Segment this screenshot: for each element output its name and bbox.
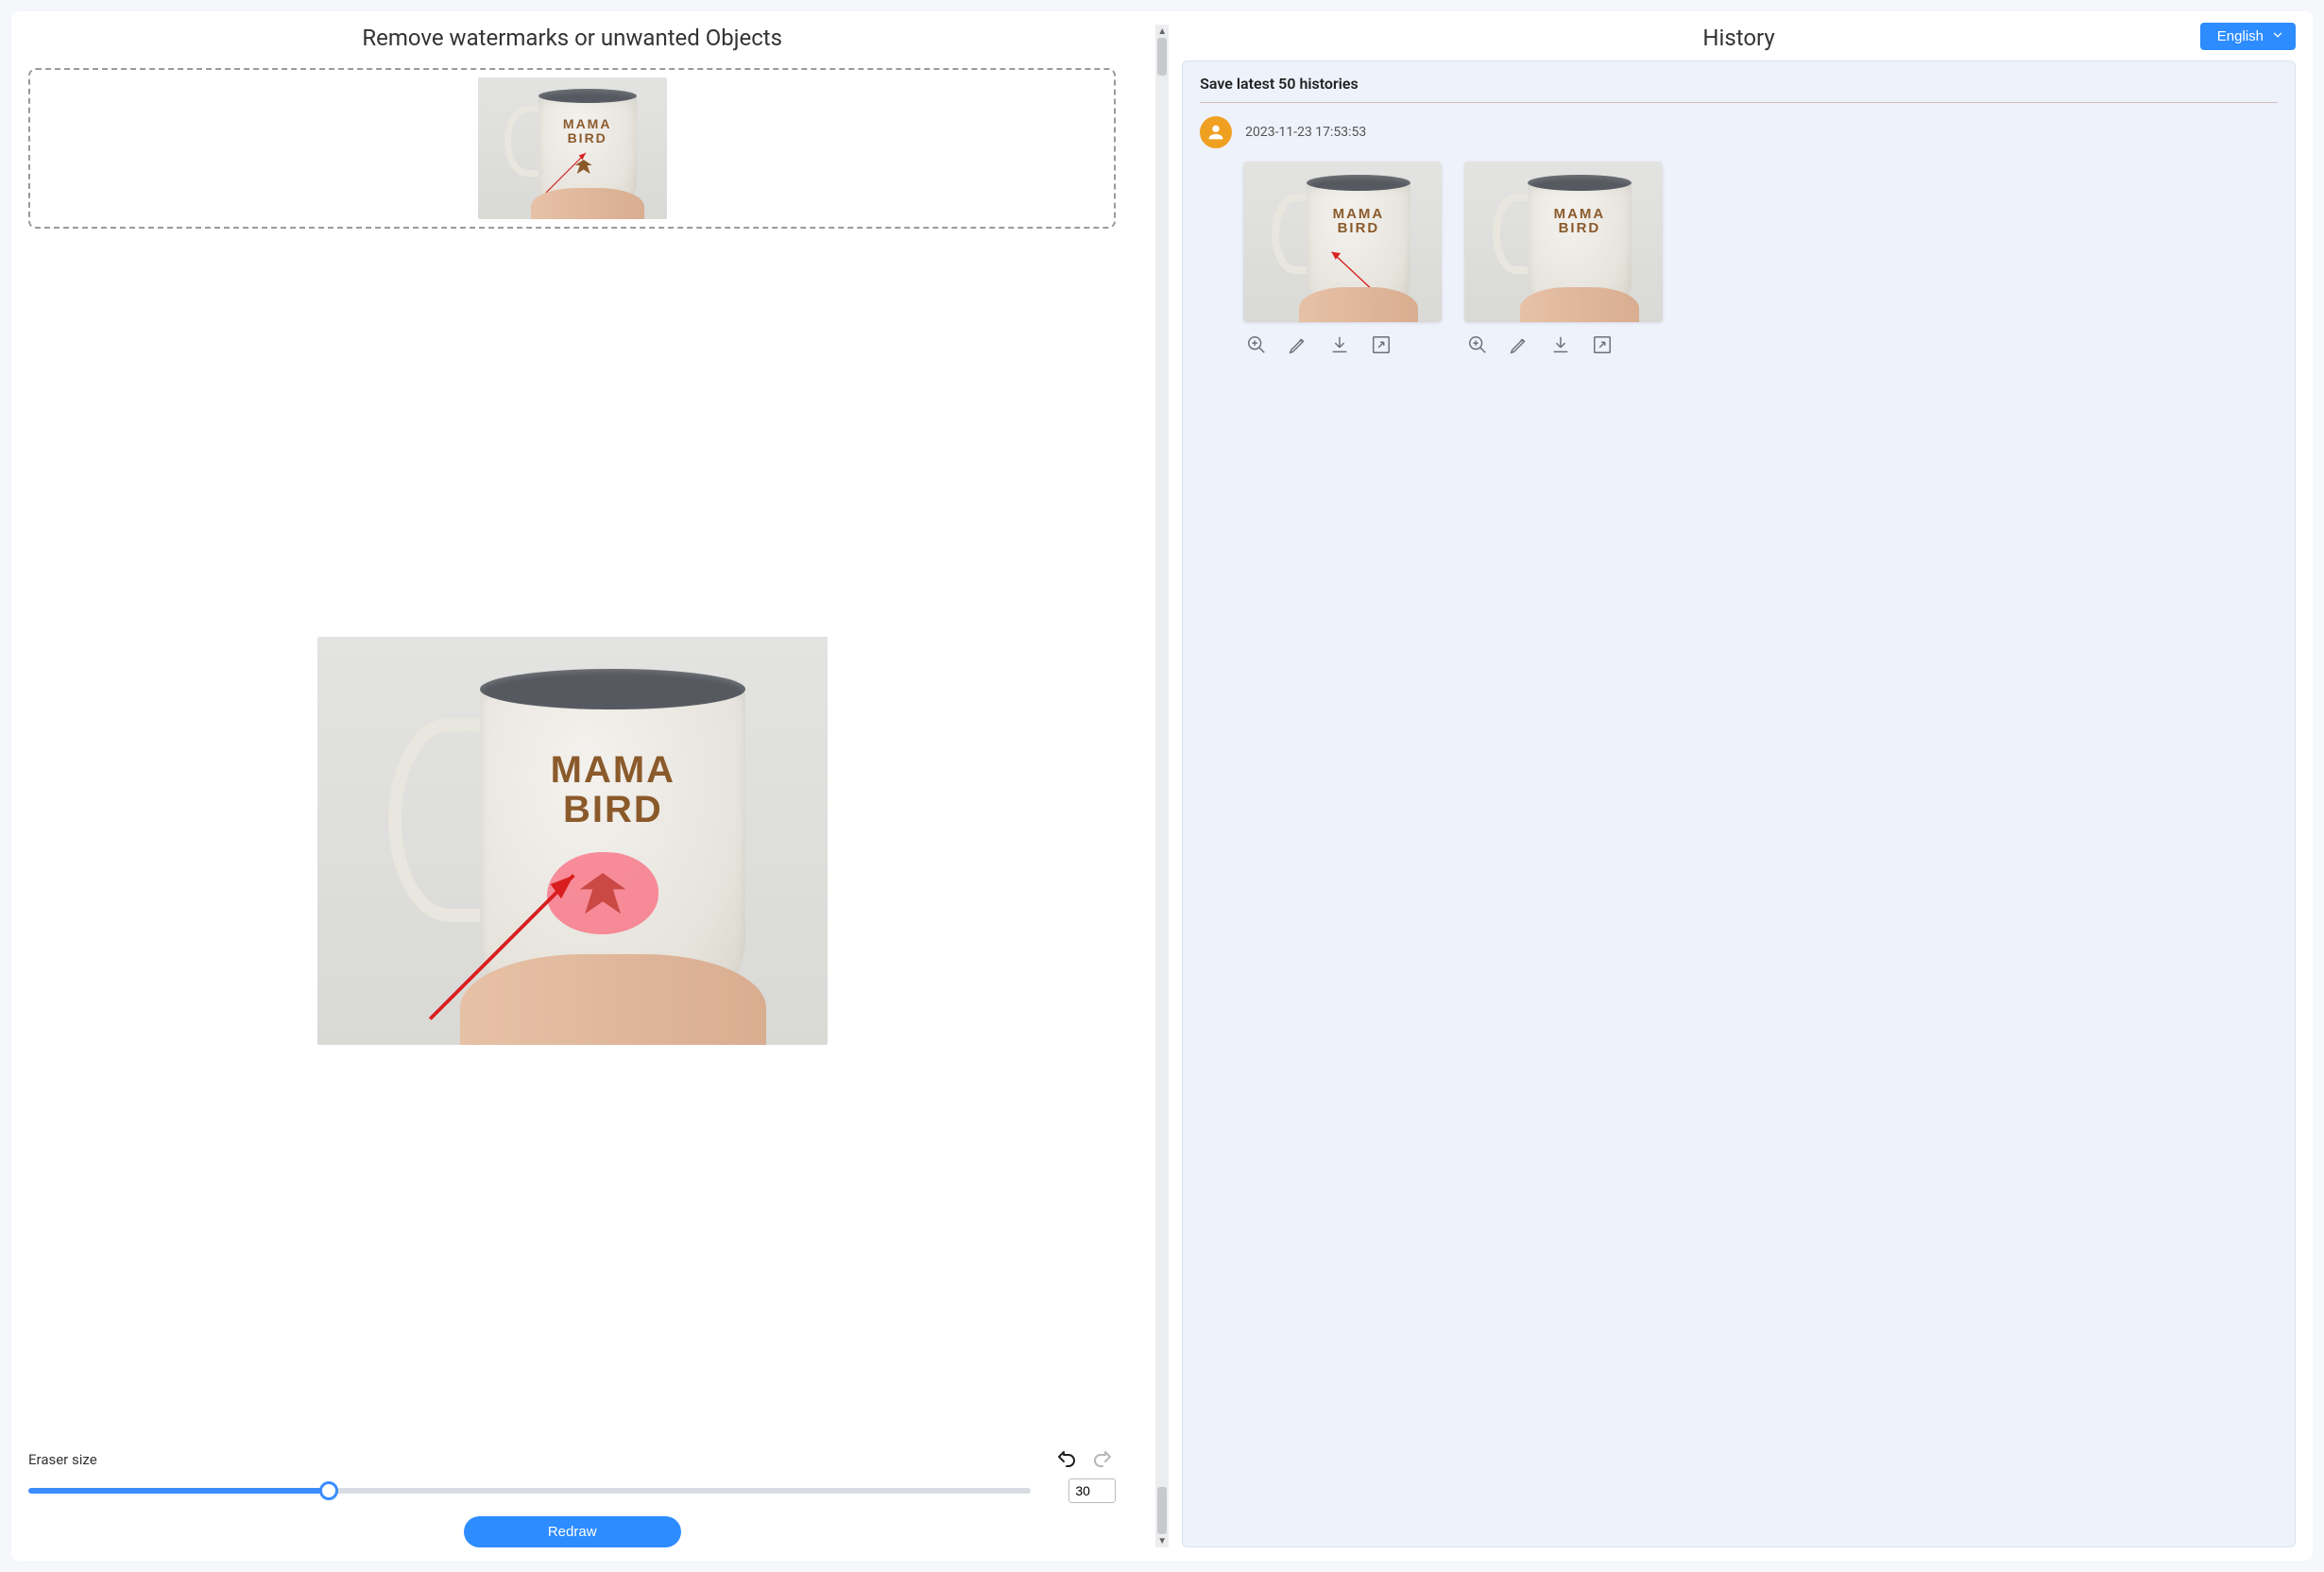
redo-icon — [1091, 1448, 1114, 1471]
history-panel: History English Save latest 50 histories… — [1182, 25, 2296, 1547]
eraser-size-label: Eraser size — [28, 1451, 97, 1468]
zoom-in-icon — [1246, 334, 1267, 355]
expand-button[interactable] — [1370, 333, 1393, 356]
edit-button[interactable] — [1287, 333, 1309, 356]
undo-icon — [1055, 1448, 1078, 1471]
pencil-icon — [1288, 334, 1308, 355]
editor-scrollbar[interactable]: ▲ ▼ — [1155, 25, 1169, 1547]
history-entry: 2023-11-23 17:53:53 MAMA BIRD — [1200, 116, 2278, 356]
mug-text: MAMA BIRD — [511, 750, 715, 829]
editor-title: Remove watermarks or unwanted Objects — [28, 25, 1116, 51]
history-card: MAMA BIRD — [1243, 162, 1442, 356]
download-button[interactable] — [1328, 333, 1351, 356]
scrollbar-thumb-bottom[interactable] — [1157, 1487, 1167, 1534]
working-image: MAMA BIRD — [317, 637, 828, 1045]
download-button[interactable] — [1549, 333, 1572, 356]
eraser-size-input[interactable] — [1068, 1478, 1116, 1503]
editor-canvas[interactable]: MAMA BIRD — [28, 246, 1116, 1435]
source-thumbnail: MAMA BIRD — [478, 77, 667, 219]
chevron-down-icon — [2271, 28, 2284, 45]
zoom-in-button[interactable] — [1245, 333, 1268, 356]
zoom-in-button[interactable] — [1466, 333, 1489, 356]
history-card-actions — [1464, 333, 1663, 356]
slider-row — [28, 1478, 1116, 1503]
history-header: History English — [1182, 25, 2296, 51]
history-title: History — [1702, 25, 1774, 51]
mug-text: MAMA BIRD — [550, 117, 625, 145]
eraser-mask — [547, 852, 659, 933]
scroll-down-arrow[interactable]: ▼ — [1155, 1534, 1169, 1547]
scroll-up-arrow[interactable]: ▲ — [1155, 25, 1169, 38]
language-dropdown[interactable]: English — [2200, 23, 2296, 50]
user-avatar — [1200, 116, 1232, 148]
entry-timestamp: 2023-11-23 17:53:53 — [1245, 125, 1366, 140]
history-image[interactable]: MAMA BIRD — [1243, 162, 1442, 322]
redo-button[interactable] — [1089, 1446, 1116, 1473]
expand-icon — [1371, 334, 1392, 355]
history-subheading: Save latest 50 histories — [1200, 75, 2278, 103]
zoom-in-icon — [1467, 334, 1488, 355]
expand-icon — [1592, 334, 1613, 355]
controls-row: Eraser size — [28, 1446, 1116, 1473]
person-icon — [1205, 122, 1226, 143]
app-root: Remove watermarks or unwanted Objects MA… — [11, 11, 2313, 1561]
upload-dropzone[interactable]: MAMA BIRD — [28, 68, 1116, 229]
download-icon — [1329, 334, 1350, 355]
slider-thumb[interactable] — [319, 1481, 338, 1500]
pencil-icon — [1509, 334, 1529, 355]
edit-button[interactable] — [1508, 333, 1530, 356]
history-image[interactable]: MAMA BIRD — [1464, 162, 1663, 322]
scrollbar-thumb-top[interactable] — [1157, 38, 1167, 76]
history-card-actions — [1243, 333, 1442, 356]
redraw-button[interactable]: Redraw — [464, 1516, 681, 1547]
download-icon — [1550, 334, 1571, 355]
undo-redo-group — [1053, 1446, 1116, 1473]
eraser-size-slider[interactable] — [28, 1481, 1031, 1500]
undo-button[interactable] — [1053, 1446, 1080, 1473]
history-body: Save latest 50 histories 2023-11-23 17:5… — [1182, 60, 2296, 1547]
editor-panel: Remove watermarks or unwanted Objects MA… — [28, 25, 1142, 1547]
language-label: English — [2217, 28, 2264, 44]
expand-button[interactable] — [1591, 333, 1614, 356]
history-card: MAMA BIRD — [1464, 162, 1663, 356]
